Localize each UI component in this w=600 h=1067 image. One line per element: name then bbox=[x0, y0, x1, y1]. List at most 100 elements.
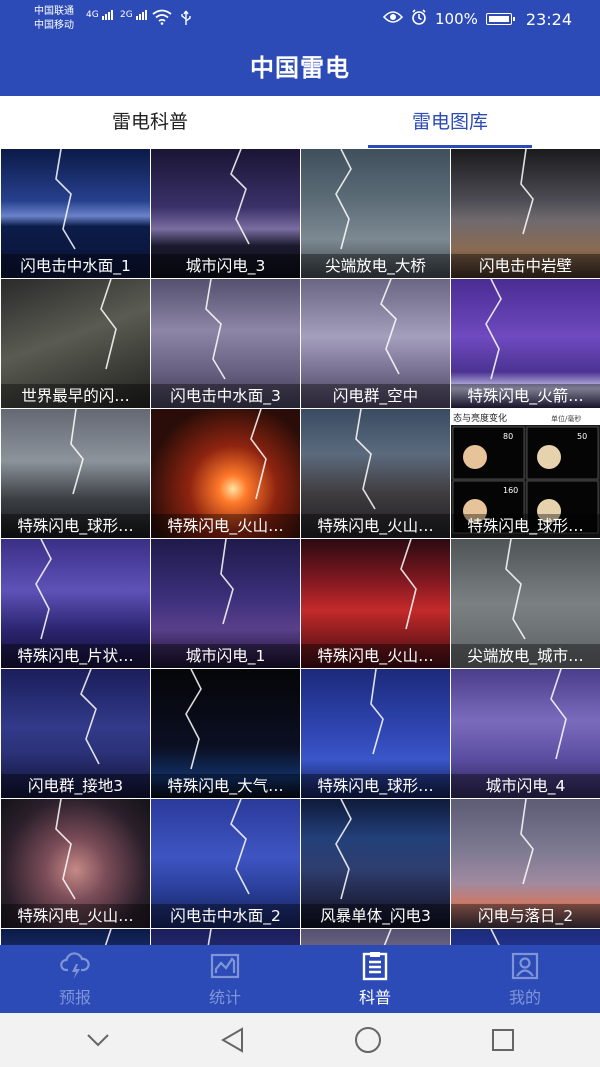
gallery-item[interactable]: 闪电与落日_2 bbox=[451, 799, 600, 928]
gallery-item[interactable]: 城市闪电_4 bbox=[451, 669, 600, 798]
lightning-bolt-icon bbox=[383, 929, 392, 945]
nav-forecast[interactable]: 预报 bbox=[0, 945, 150, 1013]
gallery-caption: 特殊闪电_火山… bbox=[1, 904, 150, 928]
lightning-bolt-icon bbox=[207, 929, 212, 945]
signal-2-icon: 2G bbox=[120, 10, 147, 20]
battery-icon bbox=[485, 13, 515, 25]
lightning-photo bbox=[451, 929, 600, 945]
nav-statistics[interactable]: 统计 bbox=[150, 945, 300, 1013]
network-type-2: 2G bbox=[120, 10, 133, 20]
ball-chart-label: 160 bbox=[503, 486, 518, 495]
lightning-photo bbox=[151, 929, 300, 945]
gallery-item[interactable] bbox=[301, 929, 450, 945]
gallery-item[interactable]: 闪电击中水面_2 bbox=[151, 799, 300, 928]
ball-chart-label: 80 bbox=[503, 432, 513, 441]
gallery-item[interactable]: 尖端放电_大桥 bbox=[301, 149, 450, 278]
home-circle-icon[interactable] bbox=[348, 1020, 388, 1060]
gallery-item[interactable]: 特殊闪电_片状… bbox=[1, 539, 150, 668]
nav-science-label: 科普 bbox=[358, 987, 391, 1007]
user-icon bbox=[510, 951, 540, 981]
system-nav-bar bbox=[0, 1013, 600, 1067]
gallery-caption: 尖端放电_大桥 bbox=[301, 254, 450, 278]
gallery-caption: 特殊闪电_球形… bbox=[301, 774, 450, 798]
gallery-caption: 尖端放电_城市… bbox=[451, 644, 600, 668]
recents-square-icon[interactable] bbox=[483, 1020, 523, 1060]
gallery-item[interactable]: 闪电群_空中 bbox=[301, 279, 450, 408]
gallery-item[interactable]: 闪电群_接地3 bbox=[1, 669, 150, 798]
gallery-item[interactable]: 闪电击中岩壁 bbox=[451, 149, 600, 278]
tab-gallery[interactable]: 雷电图库 bbox=[300, 96, 600, 148]
back-triangle-icon[interactable] bbox=[213, 1020, 253, 1060]
gallery-item[interactable] bbox=[151, 929, 300, 945]
ball-chart-label: 50 bbox=[577, 432, 587, 441]
app-title-bar: 中国雷电 bbox=[0, 40, 600, 96]
lightning-photo bbox=[1, 929, 150, 945]
document-list-icon bbox=[360, 951, 390, 981]
gallery-item[interactable] bbox=[451, 929, 600, 945]
gallery-caption: 闪电击中水面_3 bbox=[151, 384, 300, 408]
gallery-caption: 城市闪电_3 bbox=[151, 254, 300, 278]
nav-mine-label: 我的 bbox=[508, 987, 541, 1007]
alarm-icon bbox=[411, 9, 427, 29]
gallery-item[interactable] bbox=[1, 929, 150, 945]
gallery-caption: 世界最早的闪… bbox=[1, 384, 150, 408]
gallery-caption: 城市闪电_4 bbox=[451, 774, 600, 798]
eye-icon bbox=[382, 10, 404, 28]
gallery-caption: 特殊闪电_火山… bbox=[301, 644, 450, 668]
clock: 23:24 bbox=[525, 9, 572, 29]
gallery-scroll[interactable]: 闪电击中水面_1 城市闪电_3 尖端放电_大桥 闪电击中岩壁 世界最早的闪… 闪电击中水面… bbox=[0, 148, 600, 945]
lightning-bolt-icon bbox=[104, 929, 112, 945]
gallery-item[interactable]: 特殊闪电_大气… bbox=[151, 669, 300, 798]
nav-statistics-label: 统计 bbox=[208, 987, 241, 1007]
tab-science[interactable]: 雷电科普 bbox=[0, 96, 300, 148]
gallery-item[interactable]: 特殊闪电_球形… bbox=[301, 669, 450, 798]
gallery-caption: 特殊闪电_球形… bbox=[451, 514, 600, 538]
status-bar: 中国联通 中国移动 4G 2G 100% 23:24 bbox=[0, 0, 600, 40]
gallery-item[interactable]: 特殊闪电_火箭… bbox=[451, 279, 600, 408]
gallery-item[interactable]: 特殊闪电_火山… bbox=[1, 799, 150, 928]
gallery-caption: 闪电击中岩壁 bbox=[451, 254, 600, 278]
gallery-item[interactable]: 尖端放电_城市… bbox=[451, 539, 600, 668]
gallery-caption: 特殊闪电_片状… bbox=[1, 644, 150, 668]
tab-bar: 雷电科普 雷电图库 bbox=[0, 96, 600, 148]
chevron-down-icon[interactable] bbox=[78, 1020, 118, 1060]
gallery-item[interactable]: 世界最早的闪… bbox=[1, 279, 150, 408]
gallery-grid: 闪电击中水面_1 城市闪电_3 尖端放电_大桥 闪电击中岩壁 世界最早的闪… 闪电击中水面… bbox=[0, 148, 600, 945]
chart-icon bbox=[210, 951, 240, 981]
ball-chart-unit: 单位/毫秒 bbox=[551, 414, 581, 423]
status-right: 100% 23:24 bbox=[382, 9, 572, 29]
gallery-caption: 城市闪电_1 bbox=[151, 644, 300, 668]
gallery-caption: 闪电群_空中 bbox=[301, 384, 450, 408]
nav-mine[interactable]: 我的 bbox=[450, 945, 600, 1013]
gallery-caption: 特殊闪电_火山… bbox=[151, 514, 300, 538]
nav-science[interactable]: 科普 bbox=[300, 945, 450, 1013]
network-type-1: 4G bbox=[86, 10, 99, 20]
carrier-1: 中国联通 bbox=[34, 6, 74, 17]
page-title: 中国雷电 bbox=[250, 54, 350, 82]
carrier-2: 中国移动 bbox=[34, 20, 74, 31]
carrier-info: 中国联通 中国移动 bbox=[34, 5, 74, 33]
gallery-caption: 闪电与落日_2 bbox=[451, 904, 600, 928]
gallery-item[interactable]: 特殊闪电_火山… bbox=[301, 539, 450, 668]
usb-icon bbox=[180, 10, 192, 30]
cloud-lightning-icon bbox=[60, 951, 90, 981]
bottom-nav: 预报 统计 科普 我的 bbox=[0, 945, 600, 1013]
gallery-item[interactable]: 城市闪电_1 bbox=[151, 539, 300, 668]
wifi-icon bbox=[152, 9, 172, 29]
gallery-caption: 风暴单体_闪电3 bbox=[301, 904, 450, 928]
gallery-caption: 特殊闪电_球形… bbox=[1, 514, 150, 538]
gallery-item[interactable]: 特殊闪电_球形… bbox=[1, 409, 150, 538]
signal-1-icon: 4G bbox=[86, 10, 113, 20]
gallery-caption: 特殊闪电_火山… bbox=[301, 514, 450, 538]
gallery-item[interactable]: 特殊闪电_火山… bbox=[301, 409, 450, 538]
gallery-item[interactable]: 态与亮度变化 单位/毫秒 80 50 160 特殊闪电_球形… bbox=[451, 409, 600, 538]
gallery-item[interactable]: 闪电击中水面_1 bbox=[1, 149, 150, 278]
gallery-caption: 特殊闪电_大气… bbox=[151, 774, 300, 798]
ball-chart-title: 态与亮度变化 bbox=[453, 412, 507, 424]
battery-percent: 100% bbox=[435, 10, 478, 28]
gallery-item[interactable]: 城市闪电_3 bbox=[151, 149, 300, 278]
gallery-item[interactable]: 闪电击中水面_3 bbox=[151, 279, 300, 408]
gallery-caption: 特殊闪电_火箭… bbox=[451, 384, 600, 408]
gallery-item[interactable]: 特殊闪电_火山… bbox=[151, 409, 300, 538]
gallery-item[interactable]: 风暴单体_闪电3 bbox=[301, 799, 450, 928]
